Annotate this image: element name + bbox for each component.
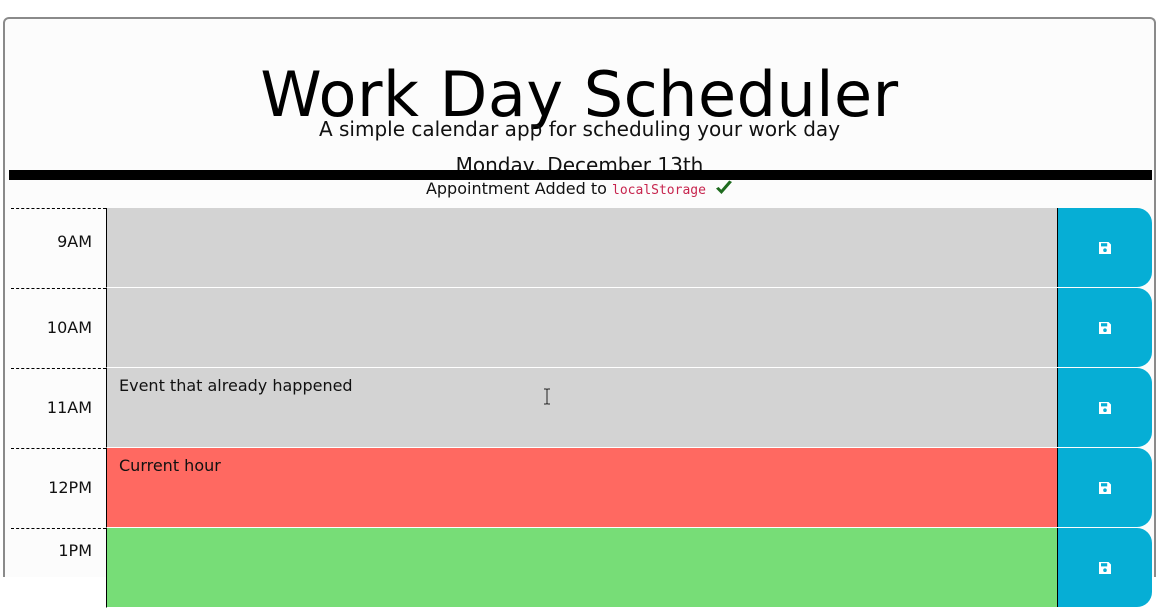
save-icon xyxy=(1099,481,1111,494)
save-button[interactable] xyxy=(1057,368,1152,447)
hour-label: 11AM xyxy=(11,368,106,448)
save-icon xyxy=(1099,321,1111,334)
check-icon xyxy=(716,180,733,194)
event-textarea[interactable] xyxy=(106,288,1057,368)
save-button[interactable] xyxy=(1057,528,1152,607)
save-icon xyxy=(1099,241,1111,254)
event-textarea[interactable] xyxy=(106,528,1057,608)
timeblock-row: 10AM xyxy=(11,288,1152,368)
timeblock-row: 11AM Event that already happened xyxy=(11,368,1152,448)
event-textarea[interactable] xyxy=(106,208,1057,288)
text-cursor-icon xyxy=(544,388,550,405)
save-notice-text: Appointment Added to xyxy=(425,179,607,198)
save-button[interactable] xyxy=(1057,208,1152,287)
hour-label: 12PM xyxy=(11,448,106,528)
save-button[interactable] xyxy=(1057,288,1152,367)
save-icon xyxy=(1099,561,1111,574)
timeblock-row: 9AM xyxy=(11,208,1152,288)
event-textarea[interactable]: Event that already happened xyxy=(106,368,1057,448)
timeblock-row: 1PM xyxy=(11,528,1152,608)
timeblock-row: 12PM Current hour xyxy=(11,448,1152,528)
app-window: Work Day Scheduler A simple calendar app… xyxy=(3,17,1156,608)
event-textarea[interactable]: Current hour xyxy=(106,448,1057,528)
hour-label: 9AM xyxy=(11,208,106,288)
save-button[interactable] xyxy=(1057,448,1152,527)
hour-label: 10AM xyxy=(11,288,106,368)
save-notice-code: localStorage xyxy=(612,183,706,198)
save-icon xyxy=(1099,401,1111,414)
page-subtitle: A simple calendar app for scheduling you… xyxy=(318,117,841,141)
save-notice: Appointment Added to localStorage xyxy=(5,178,1154,202)
timeblock-list: 9AM 10AM 11AM Event that already happene… xyxy=(11,208,1152,608)
hour-label: 1PM xyxy=(11,528,106,608)
